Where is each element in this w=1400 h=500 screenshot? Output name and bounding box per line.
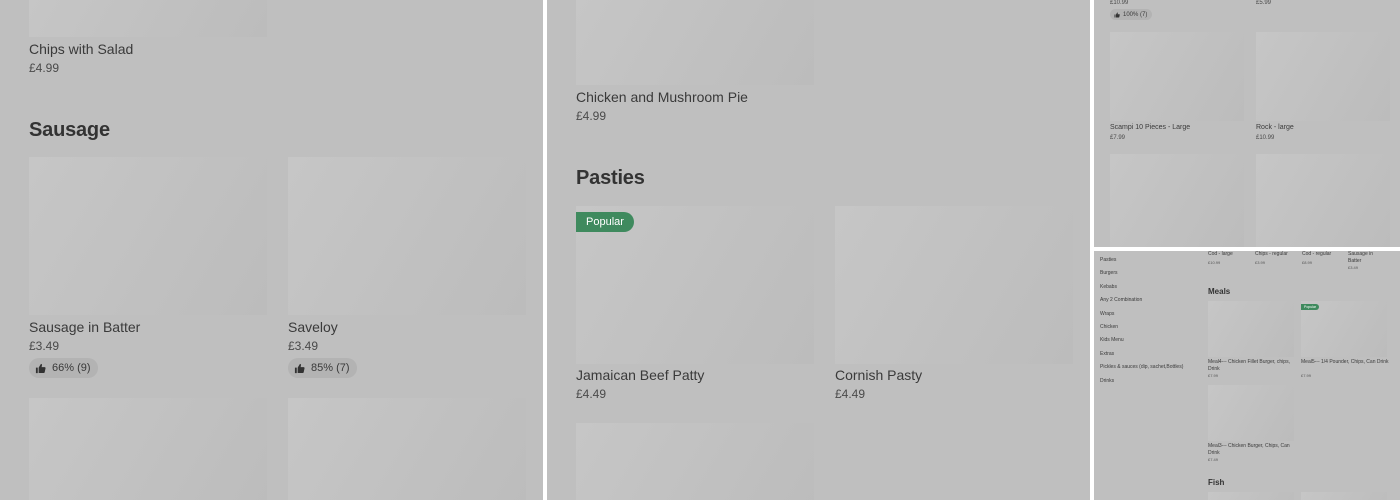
item-price: £3.99 [1255,260,1266,265]
section-title-fish: Fish [1208,478,1225,487]
item-image[interactable] [835,206,1073,364]
item-name[interactable]: Chips with Salad [29,41,133,57]
thumbs-up-icon [1114,12,1120,17]
item-price: £8.99 [1302,260,1313,265]
thumbs-up-icon [294,363,305,373]
rating-badge: 85% (7) [288,358,357,378]
item-image[interactable] [1208,385,1294,441]
item-name[interactable]: Chips - regular [1255,251,1295,258]
item-image[interactable] [29,157,267,315]
sidebar-item-chicken[interactable]: Chicken [1100,324,1118,330]
menu-panel-overview: Pasties Burgers Kebabs Any 2 Combination… [1094,251,1400,500]
section-title-meals: Meals [1208,287,1231,296]
item-price: £3.49 [1348,265,1359,270]
item-name[interactable]: Sausage in Batter [1348,251,1384,265]
item-name[interactable]: Saveloy [288,319,338,335]
item-price: £4.99 [576,109,607,123]
item-price: £10.99 [1256,135,1275,141]
item-name[interactable]: Jamaican Beef Patty [576,367,704,383]
section-title: Pasties [576,167,645,189]
rating-badge: 100% (7) [1110,9,1153,20]
item-name[interactable]: Scampi 10 Pieces - Large [1110,124,1190,131]
rating-text: 100% (7) [1123,11,1148,18]
item-name[interactable]: Cod - regular [1302,251,1342,258]
item-name[interactable]: Meal5--- 1/4 Pounder, Chips, Can Drink [1301,359,1389,366]
item-price: £7.99 [1208,373,1219,378]
item-price: £3.49 [29,339,60,353]
thumbs-up-icon [35,363,46,373]
sidebar-item-pickles-sauces[interactable]: Pickles & sauces (dip, sachet,Bottles) [1100,364,1183,370]
item-price: £7.49 [1208,457,1219,462]
item-image[interactable] [576,0,814,85]
item-price: £10.99 [1110,0,1129,6]
item-name[interactable]: Meal3--- Chicken Burger, Chips, Can Drin… [1208,443,1300,457]
item-name[interactable]: Cod - large [1208,251,1248,258]
sidebar-item-burgers[interactable]: Burgers [1100,270,1118,276]
rating-text: 66% (9) [52,362,91,374]
item-price: £4.99 [29,61,60,75]
sidebar-item-pasties[interactable]: Pasties [1100,257,1116,263]
item-price: £7.99 [1110,135,1126,141]
item-price: £3.49 [288,339,319,353]
item-price: £5.99 [1256,0,1272,6]
item-name[interactable]: Cornish Pasty [835,367,922,383]
item-price: £10.99 [1208,260,1221,265]
sidebar-item-kebabs[interactable]: Kebabs [1100,284,1117,290]
item-image[interactable] [1208,492,1294,500]
item-image[interactable] [1256,154,1390,247]
item-name[interactable]: Meal4--- Chicken Fillet Burger, chips, D… [1208,359,1300,373]
item-name[interactable]: Sausage in Batter [29,319,140,335]
item-name[interactable]: Rock - large [1256,124,1294,131]
item-image[interactable] [1256,32,1390,121]
sidebar-item-drinks[interactable]: Drinks [1100,378,1114,384]
item-image[interactable] [576,423,814,500]
item-price: £4.49 [576,387,607,401]
rating-badge: 66% (9) [29,358,98,378]
popular-badge: Popular [1301,304,1320,310]
sidebar-item-any-2-combination[interactable]: Any 2 Combination [1100,297,1142,303]
sidebar-item-wraps[interactable]: Wraps [1100,311,1114,317]
rating-text: 85% (7) [311,362,350,374]
menu-panel-fish-zoomed: £10.99 £5.99 100% (7) Scampi 10 Pieces -… [1094,0,1400,247]
item-image[interactable] [288,398,526,500]
sidebar-item-kids-menu[interactable]: Kids Menu [1100,337,1124,343]
section-title: Sausage [29,119,110,141]
menu-panel-pasties: Chicken and Mushroom Pie £4.99 Pasties P… [547,0,1090,500]
item-image[interactable] [1301,492,1387,500]
item-image[interactable] [1208,301,1294,357]
sidebar-item-extras[interactable]: Extras [1100,351,1114,357]
item-image[interactable] [1110,32,1244,121]
item-price: £7.99 [1301,373,1312,378]
item-image[interactable] [1110,154,1244,247]
item-image[interactable] [29,0,267,37]
item-image[interactable] [288,157,526,315]
item-name[interactable]: Chicken and Mushroom Pie [576,89,748,105]
item-price: £4.49 [835,387,866,401]
item-image[interactable] [29,398,267,500]
menu-panel-sausage: Chips with Salad £4.99 Sausage Sausage i… [0,0,543,500]
popular-badge: Popular [576,212,634,232]
